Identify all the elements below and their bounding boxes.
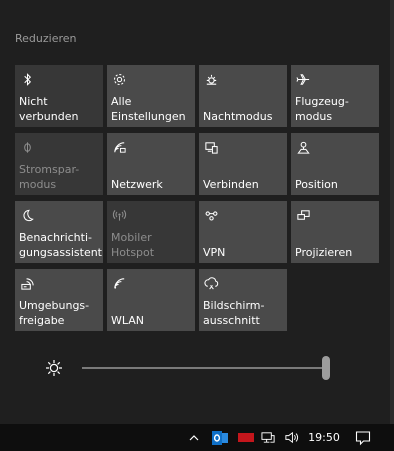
sun-icon [44, 358, 64, 378]
taskbar: 19:50 [0, 424, 394, 451]
notification-icon[interactable] [352, 424, 374, 451]
speaker-icon[interactable] [282, 424, 300, 451]
vpn-icon [203, 207, 219, 223]
tile-wlan[interactable]: WLAN [107, 269, 195, 331]
night-light-icon [203, 71, 219, 87]
network-icon [111, 139, 127, 155]
project-icon [295, 207, 311, 223]
chevron-up-icon[interactable] [186, 424, 202, 451]
location-icon [295, 139, 311, 155]
tile-label: Nicht verbunden [19, 95, 79, 123]
tile-location[interactable]: Position [291, 133, 379, 195]
airplane-icon [295, 71, 311, 87]
battery-saver-icon [19, 139, 35, 155]
tile-screen-snip[interactable]: Bildschirm- ausschnitt [199, 269, 287, 331]
tile-label: Flugzeug- modus [295, 95, 349, 123]
collapse-link[interactable]: Reduzieren [15, 32, 77, 45]
tile-all-settings[interactable]: Alle Einstellungen [107, 65, 195, 127]
tile-label: Bildschirm- ausschnitt [203, 299, 265, 327]
tile-project[interactable]: Projizieren [291, 201, 379, 263]
tile-label: Verbinden [203, 178, 259, 191]
tile-label: Umgebungs- freigabe [19, 299, 90, 327]
outlook-icon[interactable] [210, 424, 230, 451]
snip-icon [203, 275, 219, 291]
nearby-share-icon [19, 275, 35, 291]
tile-night-light[interactable]: Nachtmodus [199, 65, 287, 127]
tile-label: WLAN [111, 314, 145, 327]
tile-label: Stromspar- modus [19, 163, 80, 191]
tile-battery-saver[interactable]: Stromspar- modus [15, 133, 103, 195]
tile-label: Alle Einstellungen [111, 95, 186, 123]
moon-icon [19, 207, 35, 223]
connect-icon [203, 139, 219, 155]
gear-icon [111, 71, 127, 87]
tile-nearby-sharing[interactable]: Umgebungs- freigabe [15, 269, 103, 331]
brightness-control [44, 356, 344, 380]
tile-mobile-hotspot[interactable]: Mobiler Hotspot [107, 201, 195, 263]
tile-vpn[interactable]: VPN [199, 201, 287, 263]
tile-network[interactable]: Netzwerk [107, 133, 195, 195]
network-icon[interactable] [259, 424, 277, 451]
brightness-slider[interactable] [82, 356, 330, 380]
hotspot-icon [111, 207, 127, 223]
tile-label: Benachrichti- gungsassistent [19, 231, 102, 259]
tile-bluetooth[interactable]: Nicht verbunden [15, 65, 103, 127]
tile-label: VPN [203, 246, 226, 259]
tile-airplane-mode[interactable]: Flugzeug- modus [291, 65, 379, 127]
tile-label: Position [295, 178, 338, 191]
taskbar-clock[interactable]: 19:50 [304, 424, 344, 451]
red-app-icon[interactable] [236, 424, 256, 451]
wifi-icon [111, 275, 127, 291]
tile-label: Netzwerk [111, 178, 163, 191]
action-center-panel: Reduzieren Nicht verbunden Alle Einstell… [0, 0, 394, 424]
bluetooth-icon [19, 71, 35, 87]
tile-connect[interactable]: Verbinden [199, 133, 287, 195]
tile-focus-assist[interactable]: Benachrichti- gungsassistent [15, 201, 103, 263]
brightness-slider-thumb[interactable] [322, 356, 330, 380]
tile-label: Mobiler Hotspot [111, 231, 155, 259]
tile-label: Projizieren [295, 246, 353, 259]
tile-label: Nachtmodus [203, 110, 273, 123]
